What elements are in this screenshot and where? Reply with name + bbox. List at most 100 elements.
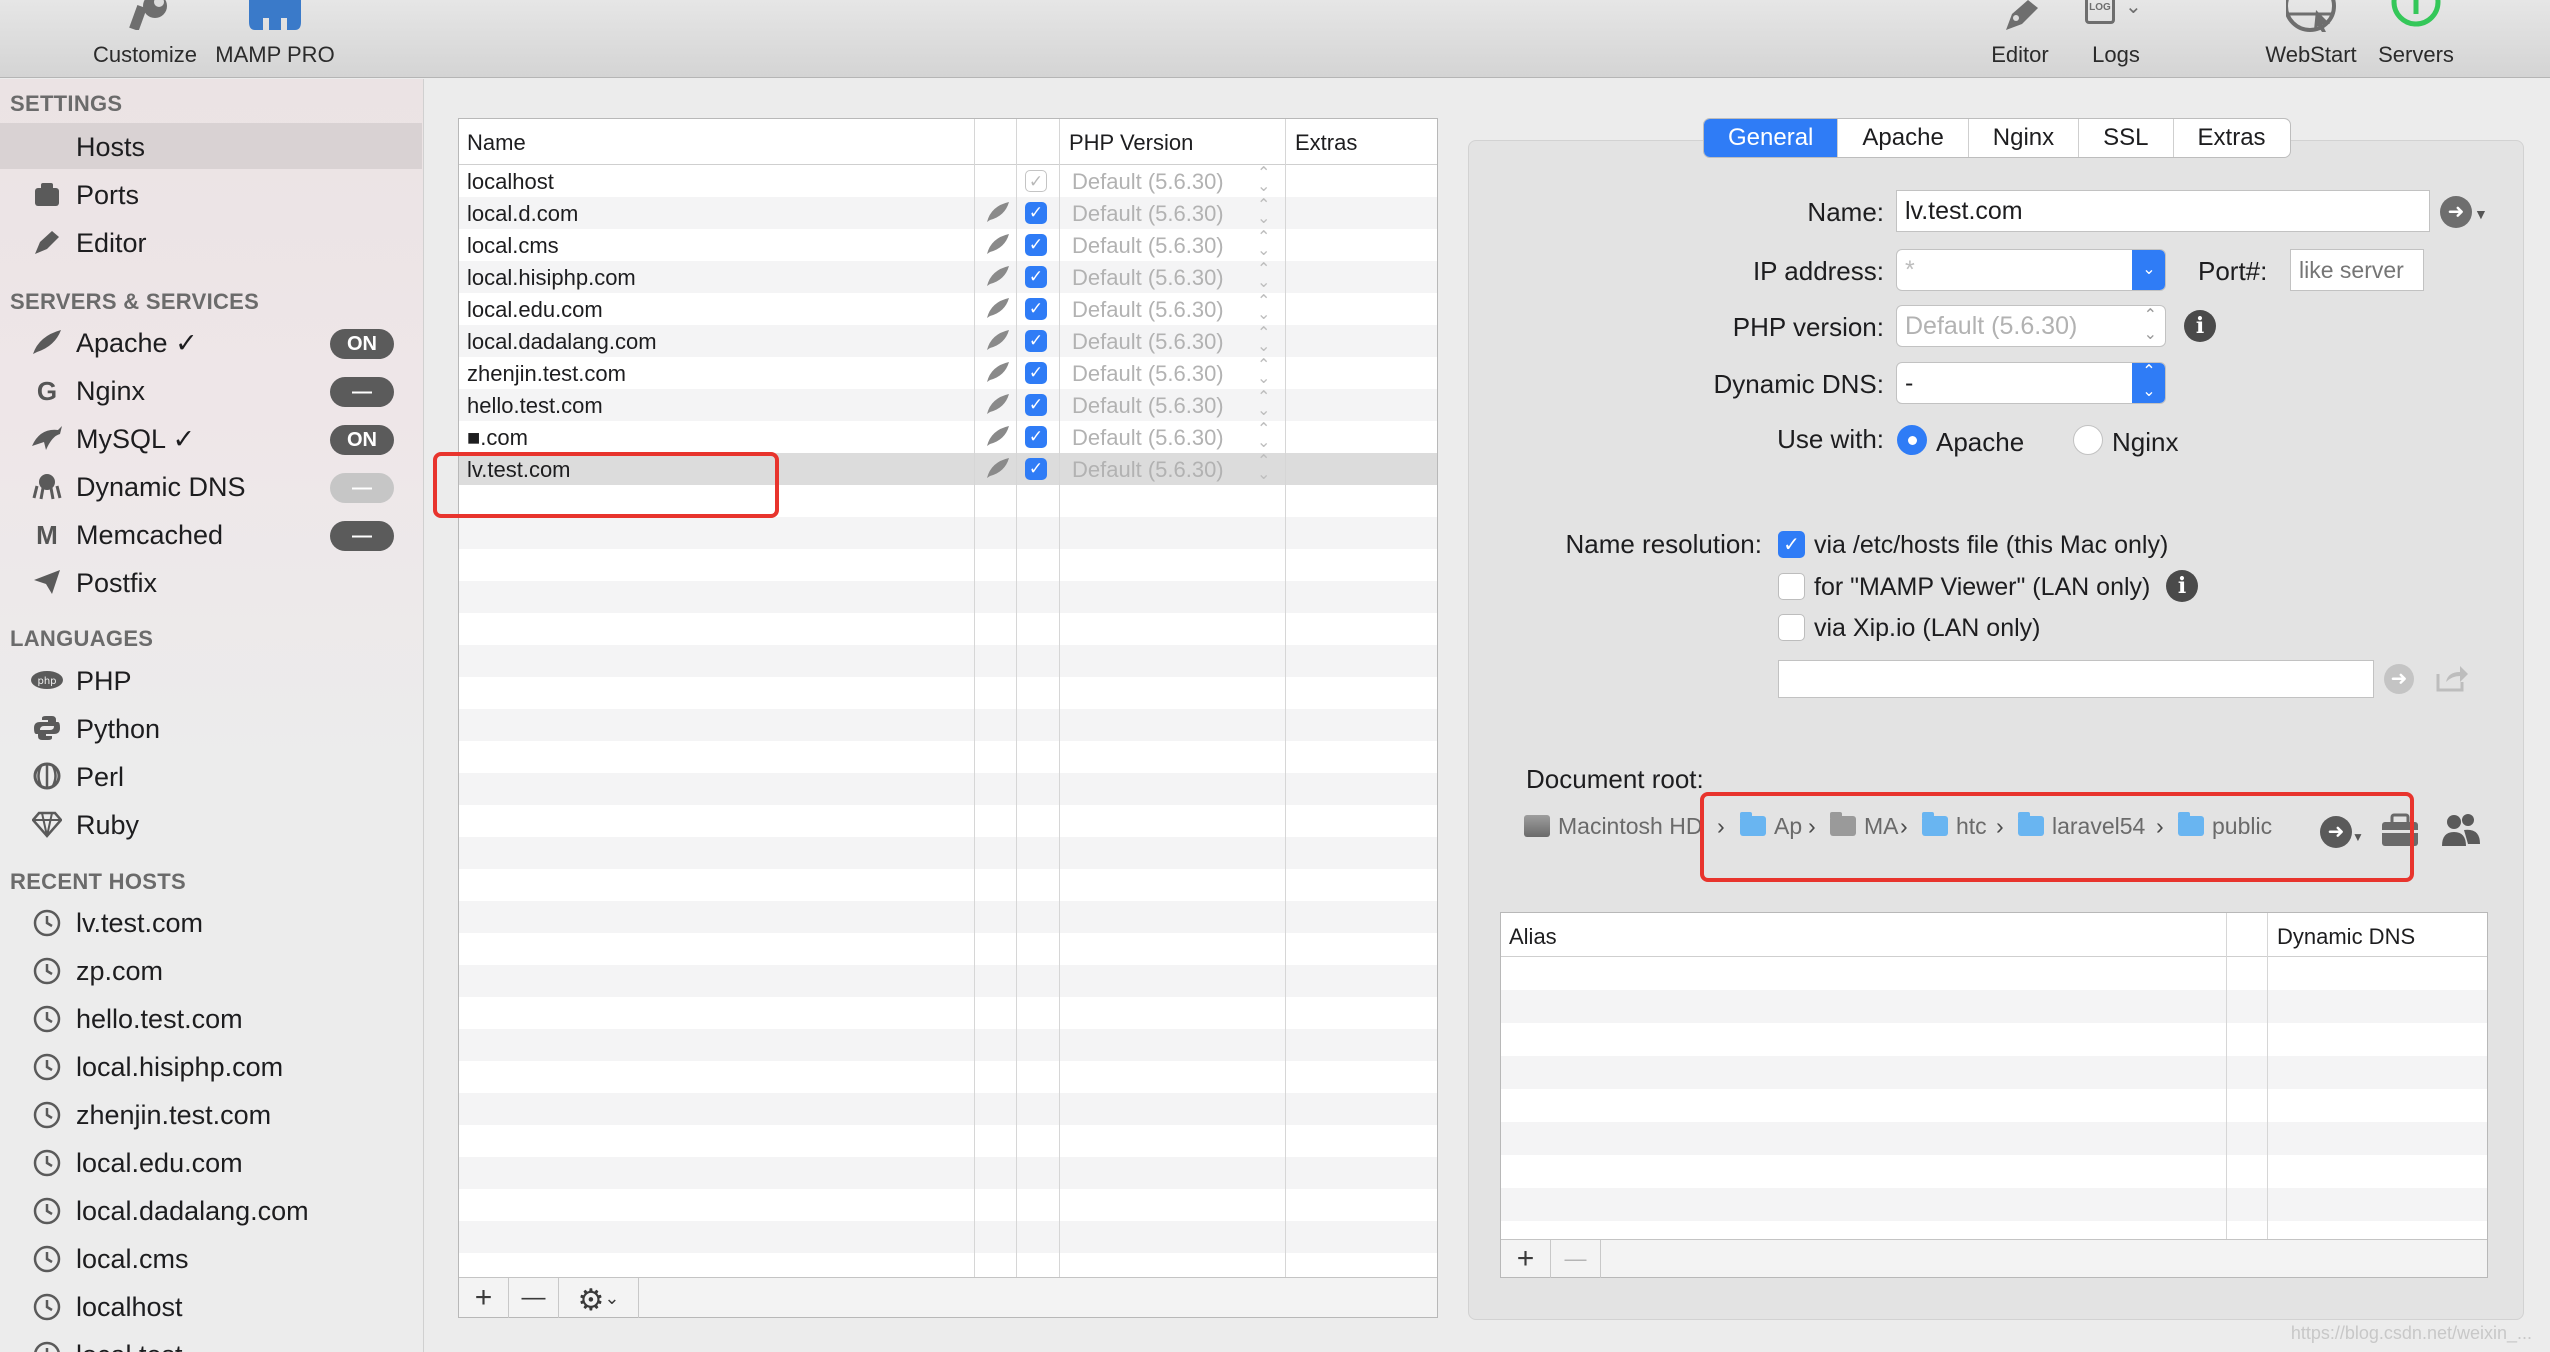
column-header-extras[interactable]: Extras (1295, 130, 1357, 156)
sidebar-item-ruby[interactable]: Ruby (0, 801, 422, 847)
table-row[interactable]: local.dadalang.com ✓ Default (5.6.30) ⌃ ⌄ (459, 325, 1437, 357)
status-badge[interactable]: — (330, 473, 394, 503)
sidebar-item-perl[interactable]: Perl (0, 753, 422, 799)
dynamic-dns-select[interactable]: - ⌃ ⌄ (1896, 362, 2166, 404)
sidebar-item-editor[interactable]: Editor (0, 219, 422, 265)
apache-radio-label[interactable]: Apache (1936, 427, 2024, 458)
recent-host-item[interactable]: hello.test.com (0, 995, 422, 1041)
column-header-name[interactable]: Name (467, 130, 526, 156)
host-enabled-checkbox[interactable]: ✓ (1025, 266, 1047, 288)
stepper-icon[interactable]: ⌃ ⌄ (1257, 262, 1270, 291)
stepper-icon[interactable]: ⌃ ⌄ (1257, 326, 1270, 355)
hosts-file-checkbox[interactable]: ✓ (1778, 531, 1805, 558)
users-icon[interactable] (2440, 812, 2482, 848)
xip-url-field[interactable] (1778, 660, 2374, 698)
php-version-value[interactable]: Default (5.6.30) (1072, 361, 1224, 387)
tab-apache[interactable]: Apache (1838, 119, 1969, 157)
table-row[interactable]: local.d.com ✓ Default (5.6.30) ⌃ ⌄ (459, 197, 1437, 229)
status-badge[interactable]: ON (330, 329, 394, 359)
sidebar-item-mysql[interactable]: MySQL ✓ ON (0, 415, 422, 461)
sidebar-item-nginx[interactable]: G Nginx — (0, 367, 422, 413)
table-row[interactable]: hello.test.com ✓ Default (5.6.30) ⌃ ⌄ (459, 389, 1437, 421)
share-icon[interactable] (2434, 664, 2470, 694)
host-enabled-checkbox[interactable]: ✓ (1025, 170, 1047, 192)
table-row[interactable]: localhost ✓ Default (5.6.30) ⌃ ⌄ (459, 165, 1437, 197)
status-badge[interactable]: ON (330, 425, 394, 455)
info-icon[interactable]: i (2184, 310, 2216, 342)
stepper-icon[interactable]: ⌃ ⌄ (1257, 166, 1270, 195)
logs-button[interactable]: LOG ⌄ Logs (2068, 0, 2164, 78)
host-enabled-checkbox[interactable]: ✓ (1025, 394, 1047, 416)
recent-host-item[interactable]: local.test (0, 1331, 422, 1352)
recent-host-item[interactable]: zhenjin.test.com (0, 1091, 422, 1137)
php-version-select[interactable]: Default (5.6.30) ⌃ ⌄ (1896, 305, 2166, 347)
sidebar-item-postfix[interactable]: Postfix (0, 559, 422, 605)
port-input[interactable] (2290, 249, 2424, 291)
host-enabled-checkbox[interactable]: ✓ (1025, 362, 1047, 384)
php-version-value[interactable]: Default (5.6.30) (1072, 201, 1224, 227)
stepper-icon[interactable]: ⌃ ⌄ (1257, 230, 1270, 259)
recent-host-item[interactable]: zp.com (0, 947, 422, 993)
xip-checkbox[interactable] (1778, 614, 1805, 641)
recent-host-item[interactable]: local.cms (0, 1235, 422, 1281)
table-row[interactable]: ■.com ✓ Default (5.6.30) ⌃ ⌄ (459, 421, 1437, 453)
customize-button[interactable]: Customize (80, 0, 210, 78)
tab-ssl[interactable]: SSL (2079, 119, 2174, 157)
nginx-radio-label[interactable]: Nginx (2112, 427, 2178, 458)
table-row[interactable]: local.edu.com ✓ Default (5.6.30) ⌃ ⌄ (459, 293, 1437, 325)
php-version-value[interactable]: Default (5.6.30) (1072, 297, 1224, 323)
php-version-value[interactable]: Default (5.6.30) (1072, 169, 1224, 195)
table-row[interactable]: zhenjin.test.com ✓ Default (5.6.30) ⌃ ⌄ (459, 357, 1437, 389)
webstart-button[interactable]: WebStart (2256, 0, 2366, 78)
php-version-value[interactable]: Default (5.6.30) (1072, 425, 1224, 451)
stepper-icon[interactable]: ⌃ ⌄ (1257, 454, 1270, 483)
host-enabled-checkbox[interactable]: ✓ (1025, 234, 1047, 256)
php-version-value[interactable]: Default (5.6.30) (1072, 265, 1224, 291)
status-badge[interactable]: — (330, 521, 394, 551)
host-enabled-checkbox[interactable]: ✓ (1025, 426, 1047, 448)
host-enabled-checkbox[interactable]: ✓ (1025, 330, 1047, 352)
info-icon[interactable]: i (2166, 570, 2198, 602)
chevron-down-icon[interactable]: ▼ (2474, 206, 2488, 222)
mamp-pro-button[interactable]: MAMP PRO (210, 0, 340, 78)
column-header-alias[interactable]: Alias (1509, 924, 1557, 950)
tab-extras[interactable]: Extras (2174, 119, 2290, 157)
sidebar-item-hosts[interactable]: Hosts (0, 123, 422, 169)
nginx-radio[interactable] (2073, 425, 2103, 455)
status-badge[interactable]: — (330, 377, 394, 407)
stepper-icon[interactable]: ⌃ ⌄ (1257, 422, 1270, 451)
stepper-icon[interactable]: ⌃ ⌄ (1257, 390, 1270, 419)
table-row[interactable]: local.hisiphp.com ✓ Default (5.6.30) ⌃ ⌄ (459, 261, 1437, 293)
tab-general[interactable]: General (1704, 119, 1839, 157)
php-version-value[interactable]: Default (5.6.30) (1072, 233, 1224, 259)
sidebar-item-dynamic-dns[interactable]: Dynamic DNS — (0, 463, 422, 509)
php-version-value[interactable]: Default (5.6.30) (1072, 457, 1224, 483)
sidebar-item-ports[interactable]: Ports (0, 171, 422, 217)
editor-button[interactable]: Editor (1972, 0, 2068, 78)
remove-host-button[interactable]: — (509, 1278, 559, 1318)
host-actions-menu[interactable]: ⚙⌄ (559, 1278, 639, 1318)
recent-host-item[interactable]: localhost (0, 1283, 422, 1329)
sidebar-item-php[interactable]: php PHP (0, 657, 422, 703)
path-crumb-macintosh-hd[interactable]: Macintosh HD (1524, 813, 1702, 840)
host-name-field[interactable]: lv.test.com (1896, 190, 2430, 232)
sidebar-item-apache[interactable]: Apache ✓ ON (0, 319, 422, 365)
servers-button[interactable]: Servers (2366, 0, 2466, 78)
php-version-value[interactable]: Default (5.6.30) (1072, 329, 1224, 355)
php-version-value[interactable]: Default (5.6.30) (1072, 393, 1224, 419)
recent-host-item[interactable]: local.dadalang.com (0, 1187, 422, 1233)
column-header-dynamic-dns[interactable]: Dynamic DNS (2277, 924, 2415, 950)
recent-host-item[interactable]: local.hisiphp.com (0, 1043, 422, 1089)
host-enabled-checkbox[interactable]: ✓ (1025, 298, 1047, 320)
sidebar-item-memcached[interactable]: M Memcached — (0, 511, 422, 557)
table-row[interactable]: local.cms ✓ Default (5.6.30) ⌃ ⌄ (459, 229, 1437, 261)
recent-host-item[interactable]: lv.test.com (0, 899, 422, 945)
go-arrow-icon[interactable]: ➜ (2440, 196, 2472, 228)
stepper-icon[interactable]: ⌃ ⌄ (1257, 294, 1270, 323)
sidebar-item-python[interactable]: Python (0, 705, 422, 751)
ip-address-select[interactable]: * ⌄ (1896, 249, 2166, 291)
mamp-viewer-checkbox[interactable] (1778, 573, 1805, 600)
apache-radio[interactable] (1897, 425, 1927, 455)
stepper-icon[interactable]: ⌃ ⌄ (1257, 198, 1270, 227)
add-host-button[interactable]: + (459, 1278, 509, 1318)
